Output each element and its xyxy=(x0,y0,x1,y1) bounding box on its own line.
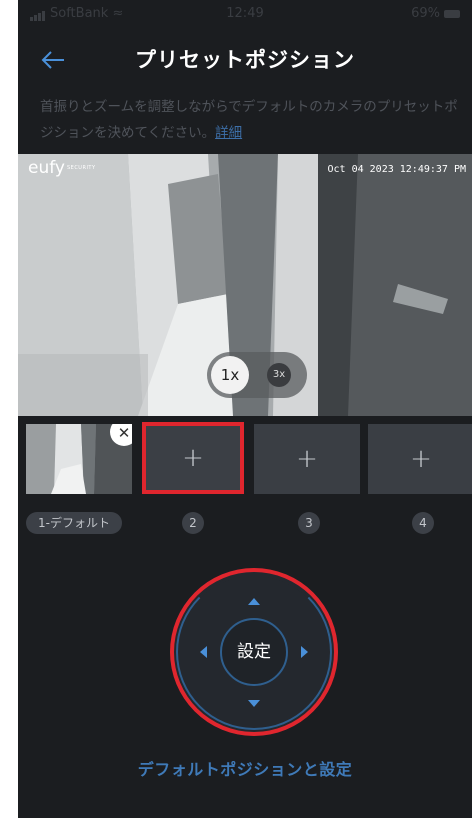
status-bar: SoftBank ≈ 12:49 69% xyxy=(18,0,472,26)
preset-label-2: 2 xyxy=(182,512,204,534)
zoom-3x-button[interactable]: 3x xyxy=(267,363,291,387)
tilt-down-button[interactable] xyxy=(248,700,260,707)
preset-label-4: 4 xyxy=(412,512,434,534)
eufy-logo: eufy SECURITY xyxy=(28,158,96,178)
status-time: 12:49 xyxy=(226,6,264,21)
status-right: 69% xyxy=(411,6,460,21)
description-text: 首振りとズームを調整しながらでデフォルトのカメラのプリセットポジションを決めてく… xyxy=(40,94,460,146)
camera-timestamp: Oct 04 2023 12:49:37 PM xyxy=(327,164,466,175)
preset-label-3: 3 xyxy=(298,512,320,534)
plus-icon: + xyxy=(296,444,318,474)
preset-thumbnails: ✕ + + + xyxy=(18,416,472,498)
battery-icon xyxy=(444,9,460,18)
pan-tilt-control: 設定 xyxy=(170,568,338,736)
tilt-up-button[interactable] xyxy=(248,598,260,605)
app-screen: SoftBank ≈ 12:49 69% プリセットポジション 首振りとズームを… xyxy=(18,0,472,818)
brand-name: eufy xyxy=(28,158,65,178)
pan-left-button[interactable] xyxy=(200,646,207,658)
preset-2-add-button[interactable]: + xyxy=(142,422,244,494)
preset-label-1: 1-デフォルト xyxy=(26,512,122,534)
preset-3-add-button[interactable]: + xyxy=(254,424,360,494)
camera-live-view[interactable]: eufy SECURITY Oct 04 2023 12:49:37 PM 1x … xyxy=(18,154,472,416)
page-title: プリセットポジション xyxy=(135,48,355,72)
battery-percent: 69% xyxy=(411,6,440,21)
preset-labels: 1-デフォルト 2 3 4 xyxy=(18,512,472,536)
preset-4-add-button[interactable]: + xyxy=(368,424,472,494)
set-position-button[interactable]: 設定 xyxy=(220,618,288,686)
zoom-1x-button[interactable]: 1x xyxy=(211,356,249,394)
description-body: 首振りとズームを調整しながらでデフォルトのカメラのプリセットポジションを決めてく… xyxy=(40,99,458,141)
brand-subtitle: SECURITY xyxy=(66,165,96,171)
plus-icon: + xyxy=(410,444,432,474)
zoom-selector: 1x 3x xyxy=(207,352,307,398)
set-default-position-button[interactable]: デフォルトポジションと設定 xyxy=(18,756,472,780)
details-link[interactable]: 詳細 xyxy=(215,125,242,141)
header: プリセットポジション xyxy=(18,38,472,82)
preset-1-thumbnail[interactable]: ✕ xyxy=(26,424,132,494)
plus-icon: + xyxy=(182,443,204,473)
pan-right-button[interactable] xyxy=(301,646,308,658)
